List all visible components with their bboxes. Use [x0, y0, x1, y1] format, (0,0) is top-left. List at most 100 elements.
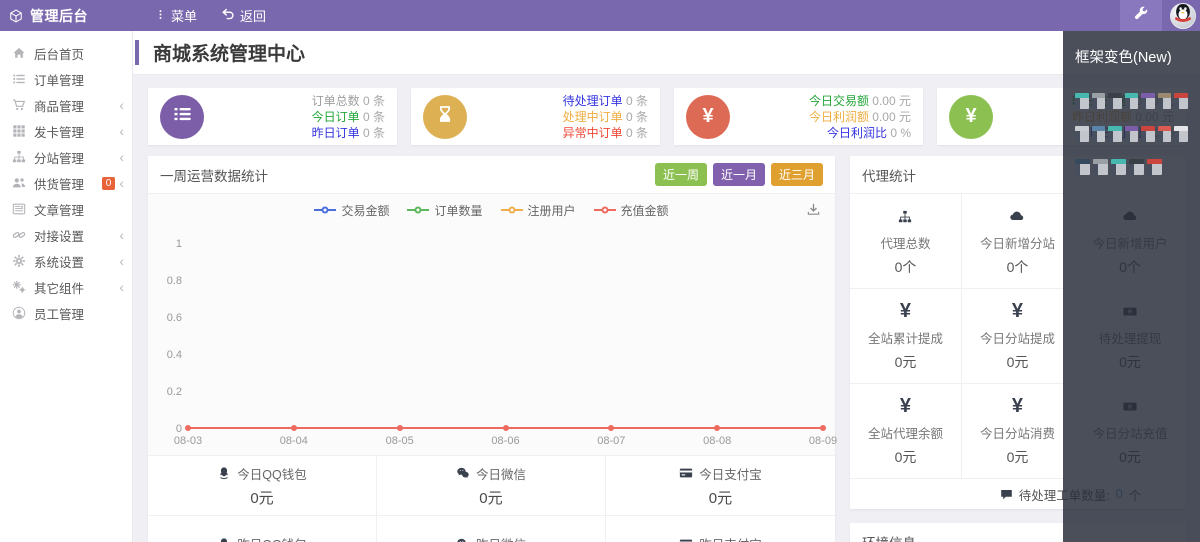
theme-swatch[interactable] — [1147, 159, 1162, 175]
theme-swatch[interactable] — [1091, 93, 1106, 109]
app-logo[interactable]: 管理后台 — [0, 6, 133, 26]
agent-stat-cell: ¥ 今日分站消费 0元 — [961, 384, 1074, 479]
sidebar-item-8[interactable]: 对接设置 ‹ — [0, 222, 132, 248]
theme-swatch[interactable] — [1141, 93, 1155, 109]
range-button-3[interactable]: 近三月 — [770, 163, 823, 186]
chart-body: 交易金额 订单数量 注册用户 充值金额 0 0.2 0.4 0.6 0.8 1 08-03 08-0… — [148, 194, 838, 455]
agent-stat-cell: ¥ 全站累计提成 0元 — [850, 289, 962, 384]
legend-item[interactable]: 注册用户 — [500, 202, 576, 219]
agent-stat-value: 0元 — [1006, 353, 1029, 370]
legend-item[interactable]: 交易金额 — [314, 202, 389, 219]
theme-swatch[interactable] — [1093, 159, 1108, 175]
agent-panel-title: 代理统计 — [862, 168, 916, 184]
swatch-row — [1075, 93, 1189, 109]
x-axis-tick: 08-03 — [173, 435, 203, 447]
sidebar-item-1[interactable]: 后台首页 — [0, 40, 132, 66]
stat-row: 待处理订单 0 条 — [562, 93, 648, 108]
download-icon[interactable] — [806, 202, 821, 222]
agent-stat-label: 今日新增分站 — [979, 236, 1055, 251]
cube-icon — [9, 8, 23, 23]
news-icon — [12, 202, 26, 216]
payment-label: 昨日支付宝 — [679, 534, 762, 542]
users-icon — [12, 176, 26, 190]
sidebar-item-10[interactable]: 其它组件 ‹ — [0, 274, 132, 300]
sidebar-item-7[interactable]: 文章管理 — [0, 196, 132, 222]
sidebar-badge: 0 — [101, 176, 116, 190]
back-button[interactable]: 返回 — [211, 0, 276, 31]
x-axis-tick: 08-06 — [491, 435, 520, 447]
data-point — [714, 425, 721, 431]
theme-swatch[interactable] — [1141, 126, 1155, 142]
x-axis-tick: 08-09 — [808, 435, 838, 447]
payment-label: 昨日QQ钱包 — [217, 534, 307, 542]
chevron-left-icon: ‹ — [119, 279, 124, 295]
sitemap-icon — [898, 206, 912, 228]
sidebar-item-6[interactable]: 供货管理 0 ‹ — [0, 170, 132, 196]
stat-card-rows: 订单总数 0 条今日订单 0 条昨日订单 0 条 — [312, 93, 385, 141]
hourglass-icon — [436, 105, 454, 129]
theme-swatch[interactable] — [1108, 126, 1122, 142]
wechat-icon — [456, 537, 470, 542]
range-buttons: 近一周 近一月 近三月 — [654, 163, 823, 186]
y-axis-tick: 0 — [175, 423, 182, 435]
vertical-dots-icon — [155, 8, 166, 24]
stat-cards-row: 订单总数 0 条今日订单 0 条昨日订单 0 条 待处理订单 0 条处理中订单 0… — [148, 88, 1186, 145]
theme-swatch[interactable] — [1075, 159, 1090, 175]
theme-swatch[interactable] — [1075, 126, 1089, 142]
cart-icon — [12, 98, 26, 112]
stat-row: 今日订单 0 条 — [311, 109, 385, 124]
sidebar-item-11[interactable]: 员工管理 — [0, 300, 132, 326]
sidebar-item-label: 供货管理 — [34, 177, 85, 192]
theme-settings-button[interactable] — [1120, 0, 1162, 31]
y-axis-tick: 0.4 — [166, 349, 182, 361]
sidebar-item-2[interactable]: 订单管理 — [0, 66, 132, 92]
user-avatar[interactable] — [1170, 2, 1196, 29]
theme-swatch[interactable] — [1124, 93, 1139, 109]
y-axis-tick: 0.2 — [166, 386, 182, 398]
sidebar-item-4[interactable]: 发卡管理 ‹ — [0, 118, 132, 144]
payments-table: 今日QQ钱包 0元 今日微信 0元 今日支付宝 0元昨日QQ钱包 昨日微信 昨日支付宝 — [148, 455, 835, 542]
legend-item[interactable]: 充值金额 — [593, 202, 669, 219]
range-button-2[interactable]: 近一月 — [712, 163, 765, 186]
sidebar-item-5[interactable]: 分站管理 ‹ — [0, 144, 132, 170]
user-icon — [12, 306, 26, 320]
theme-swatch[interactable] — [1157, 126, 1172, 142]
gear-icon — [12, 254, 26, 268]
menu-toggle-button[interactable]: 菜单 — [145, 0, 207, 31]
range-button-1[interactable]: 近一周 — [654, 163, 707, 186]
payment-label: 昨日微信 — [456, 534, 526, 542]
chart-panel-header: 一周运营数据统计 近一周 近一月 近三月 — [148, 156, 835, 194]
x-axis-tick: 08-04 — [279, 435, 308, 447]
theme-swatch[interactable] — [1174, 126, 1189, 142]
theme-swatch[interactable] — [1108, 93, 1122, 109]
payment-stat-cell: 昨日QQ钱包 — [148, 515, 377, 542]
theme-swatch[interactable] — [1111, 159, 1126, 175]
theme-swatch[interactable] — [1091, 126, 1106, 142]
stat-row: 昨日订单 0 条 — [311, 125, 385, 140]
yen-icon: ¥ — [899, 300, 912, 322]
menu-toggle-label: 菜单 — [171, 9, 198, 24]
legend-marker-icon — [407, 206, 430, 214]
sidebar-item-9[interactable]: 系统设置 ‹ — [0, 248, 132, 274]
sidebar-item-3[interactable]: 商品管理 ‹ — [0, 92, 132, 118]
theme-swatch[interactable] — [1124, 126, 1139, 142]
theme-swatch[interactable] — [1157, 93, 1172, 109]
y-axis-tick: 1 — [175, 238, 182, 250]
payment-stat-cell: 昨日支付宝 — [605, 515, 835, 542]
theme-swatch[interactable] — [1129, 159, 1144, 175]
topbar-menu: 菜单 返回 — [145, 0, 276, 31]
agent-stat-label: 全站累计提成 — [867, 331, 943, 346]
stat-card-3: ¥ 今日交易额 0.00 元今日利润额 0.00 元今日利润比 0 % — [674, 88, 923, 145]
theme-overlay-title: 框架变色(New) — [1075, 50, 1172, 66]
yen-icon: ¥ — [702, 105, 714, 127]
theme-swatch[interactable] — [1174, 93, 1189, 109]
legend-item[interactable]: 订单数量 — [407, 202, 483, 219]
sidebar-item-label: 系统设置 — [34, 255, 85, 270]
chart-legend: 交易金额 订单数量 注册用户 充值金额 — [148, 194, 835, 226]
content-area: 订单总数 0 条今日订单 0 条昨日订单 0 条 待处理订单 0 条处理中订单 0… — [133, 75, 1200, 542]
payment-label: 今日微信 — [456, 464, 526, 483]
theme-swatch[interactable] — [1075, 93, 1089, 109]
back-button-label: 返回 — [240, 9, 267, 24]
chevron-left-icon: ‹ — [119, 149, 124, 165]
link-icon — [12, 228, 26, 242]
